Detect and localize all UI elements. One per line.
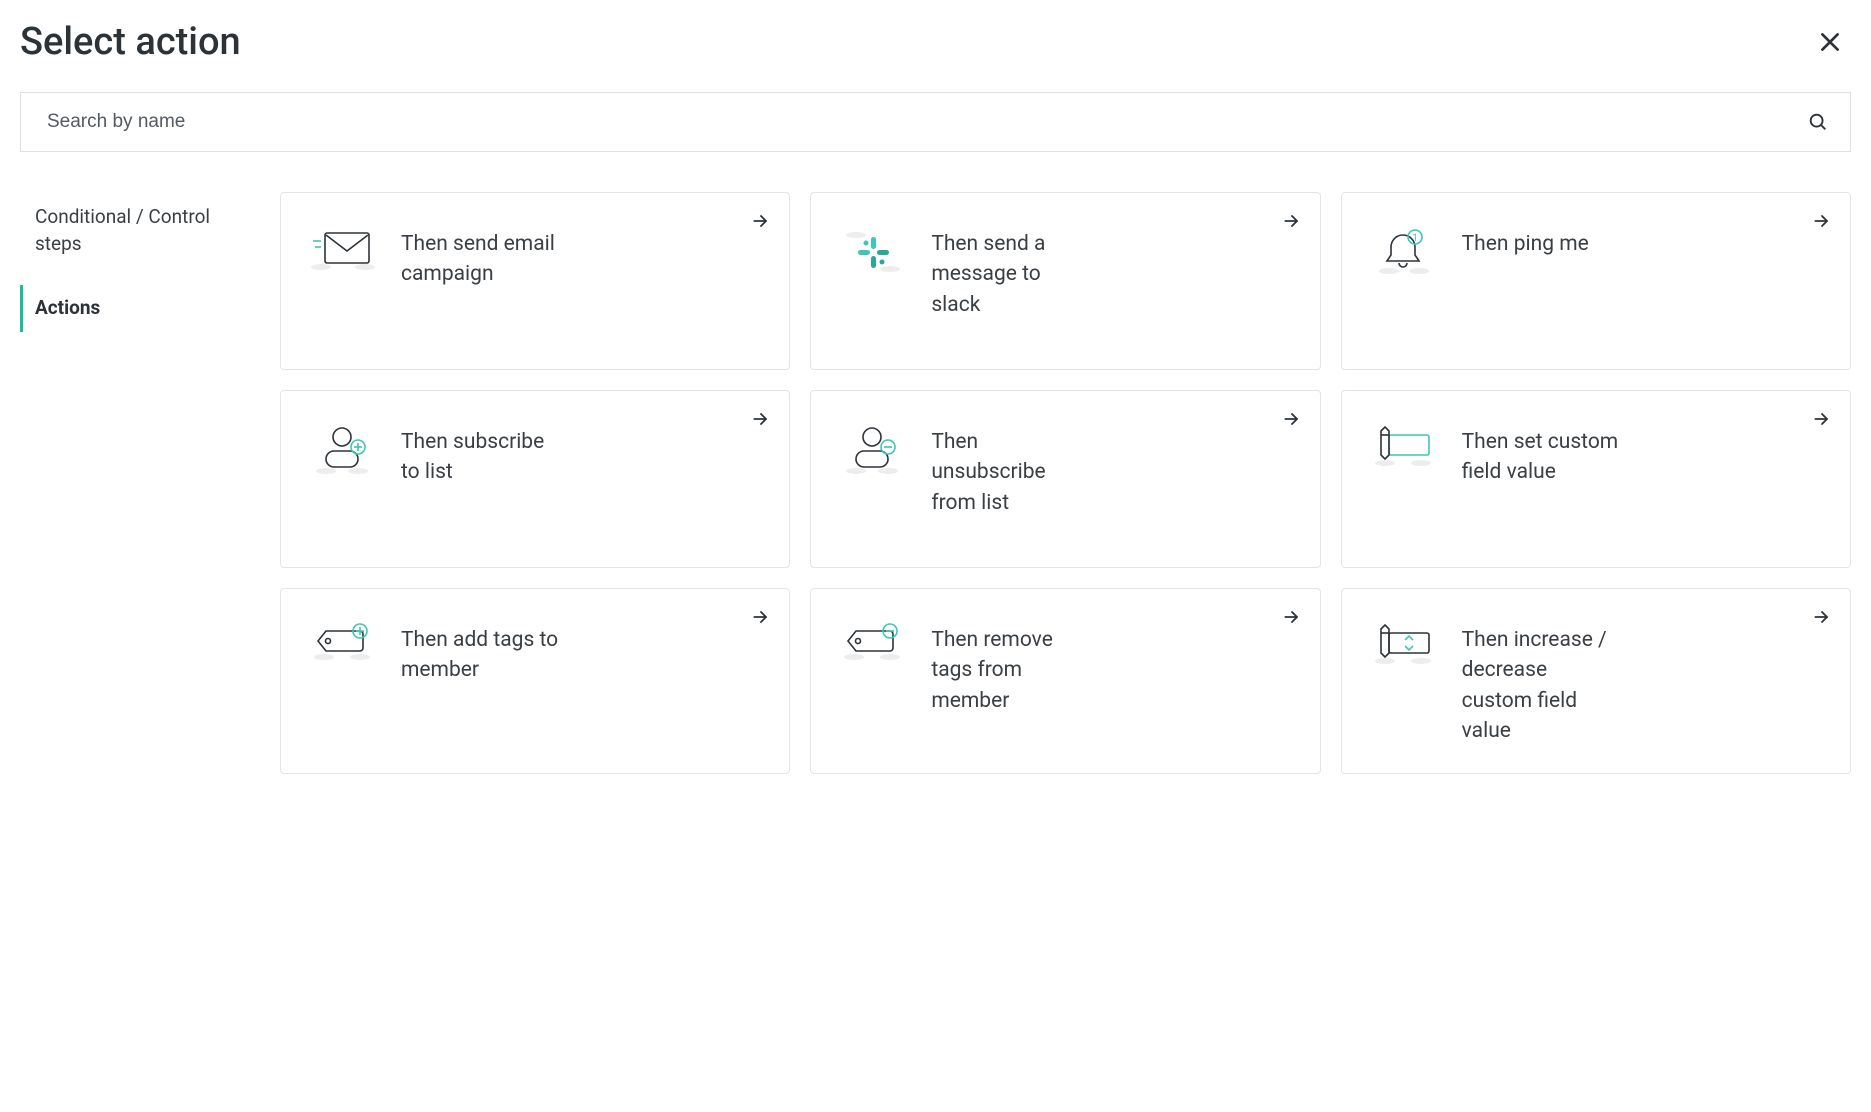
field-edit-icon (1368, 417, 1438, 541)
sidebar-item-label: Actions (35, 296, 100, 319)
action-card-label: Then unsubscribe from list (931, 417, 1091, 541)
action-card-add-tags[interactable]: Then add tags to member (280, 588, 790, 774)
search-container (20, 92, 1851, 152)
action-card-inc-dec-field[interactable]: Then increase / decrease custom field va… (1341, 588, 1851, 774)
email-icon (307, 219, 377, 343)
action-card-label: Then send a message to slack (931, 219, 1091, 343)
action-card-slack[interactable]: Then send a message to slack (810, 192, 1320, 370)
close-button[interactable] (1809, 21, 1851, 63)
action-card-label: Then ping me (1462, 219, 1589, 343)
action-card-label: Then set custom field value (1462, 417, 1622, 541)
arrow-right-icon (1282, 607, 1302, 627)
sidebar: Conditional / Control steps Actions (20, 192, 260, 774)
action-card-subscribe[interactable]: Then subscribe to list (280, 390, 790, 568)
arrow-right-icon (1282, 409, 1302, 429)
arrow-right-icon (751, 607, 771, 627)
arrow-right-icon (751, 409, 771, 429)
sidebar-item-conditional[interactable]: Conditional / Control steps (20, 194, 260, 267)
action-card-unsubscribe[interactable]: Then unsubscribe from list (810, 390, 1320, 568)
arrow-right-icon (1812, 211, 1832, 231)
arrow-right-icon (1812, 409, 1832, 429)
unsubscribe-icon (837, 417, 907, 541)
search-icon (1807, 111, 1829, 133)
tag-add-icon (307, 615, 377, 747)
arrow-right-icon (1282, 211, 1302, 231)
action-card-label: Then send email campaign (401, 219, 561, 343)
svg-text:1: 1 (1412, 233, 1418, 244)
tag-remove-icon (837, 615, 907, 747)
action-card-set-field[interactable]: Then set custom field value (1341, 390, 1851, 568)
action-card-label: Then subscribe to list (401, 417, 561, 541)
action-card-ping[interactable]: 1 Then ping me (1341, 192, 1851, 370)
search-input[interactable] (20, 92, 1851, 152)
slack-icon (837, 219, 907, 343)
sidebar-item-label: Conditional / Control steps (35, 205, 210, 255)
close-icon (1817, 29, 1843, 55)
action-grid: Then send email campaign (280, 192, 1851, 774)
arrow-right-icon (751, 211, 771, 231)
sidebar-item-actions[interactable]: Actions (20, 285, 260, 332)
action-card-email[interactable]: Then send email campaign (280, 192, 790, 370)
action-card-label: Then increase / decrease custom field va… (1462, 615, 1622, 747)
field-updown-icon (1368, 615, 1438, 747)
subscribe-icon (307, 417, 377, 541)
action-card-label: Then add tags to member (401, 615, 561, 747)
action-card-remove-tags[interactable]: Then remove tags from member (810, 588, 1320, 774)
page-title: Select action (20, 20, 241, 64)
bell-icon: 1 (1368, 219, 1438, 343)
action-card-label: Then remove tags from member (931, 615, 1091, 747)
arrow-right-icon (1812, 607, 1832, 627)
